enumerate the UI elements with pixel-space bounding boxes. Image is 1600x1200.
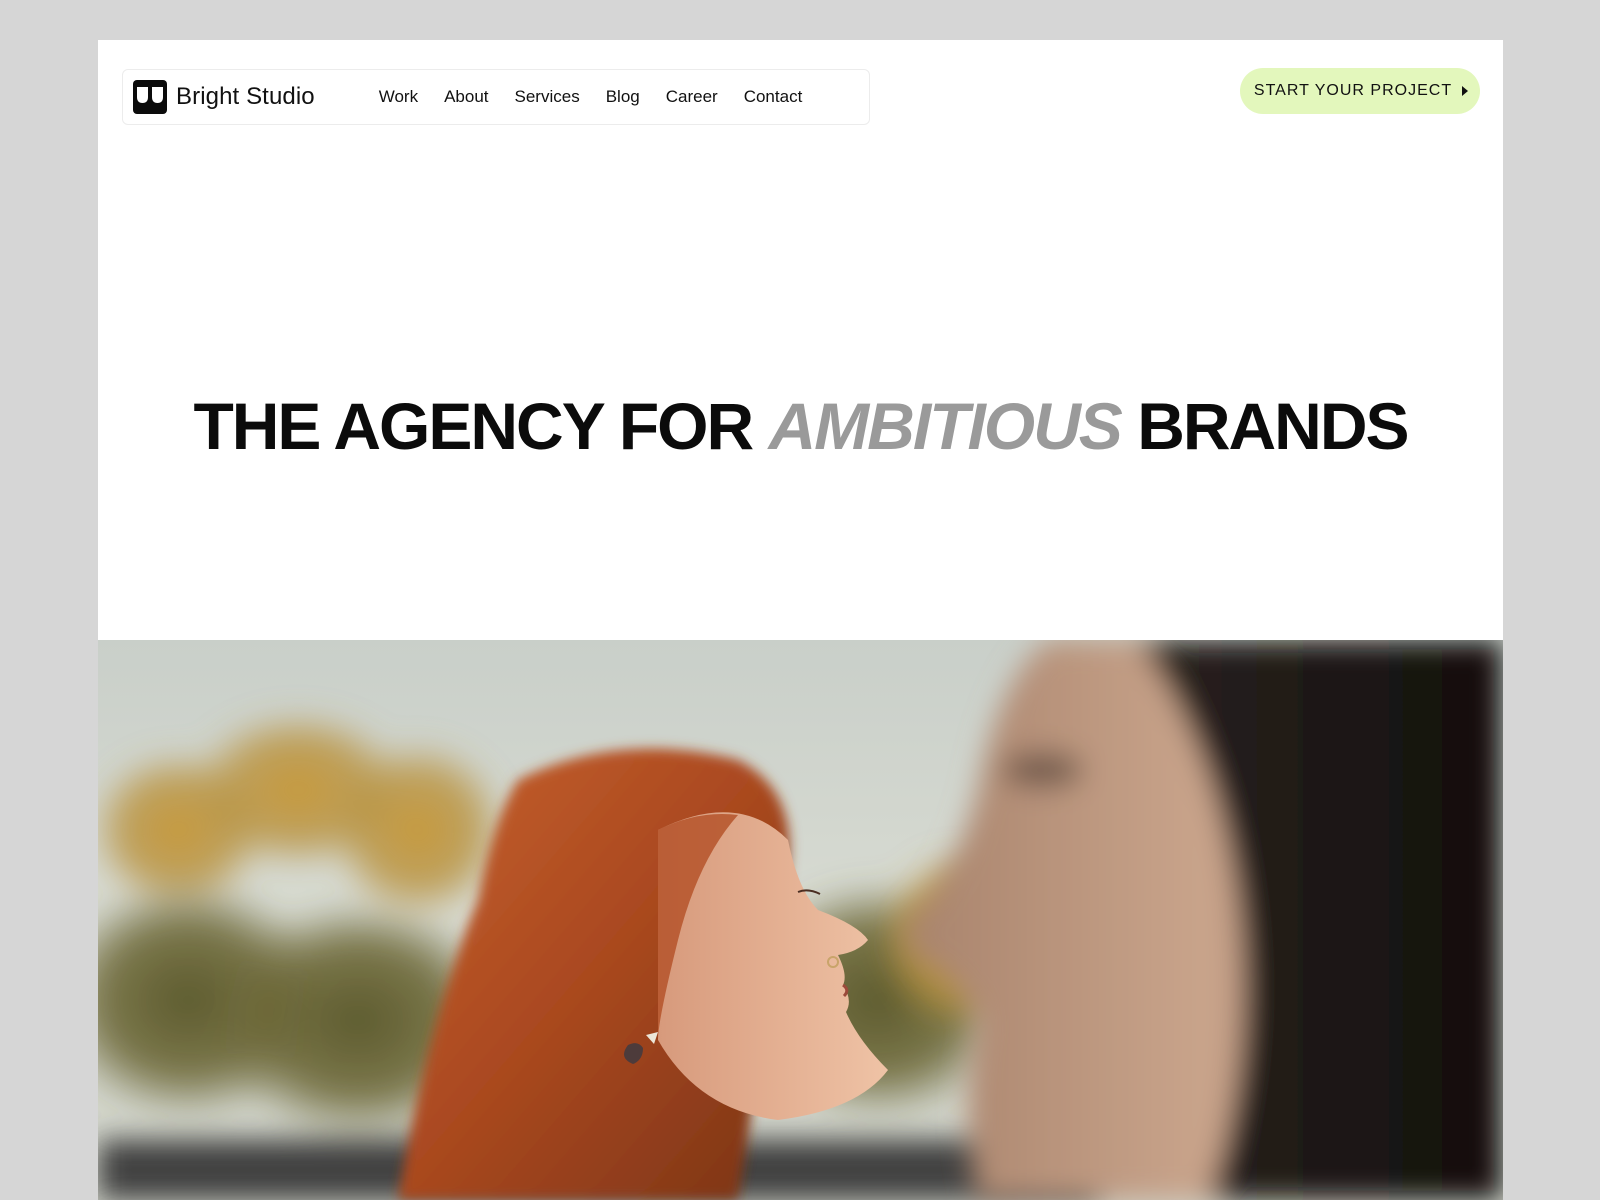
- hero-headline-accent: AMBITIOUS: [768, 389, 1123, 463]
- start-project-label: START YOUR PROJECT: [1253, 82, 1453, 99]
- hero-headline-part1: THE AGENCY FOR: [193, 389, 754, 463]
- hero-image: [98, 640, 1503, 1200]
- caret-right-icon: [1462, 86, 1469, 96]
- nav-link-contact[interactable]: Contact: [744, 87, 803, 107]
- landing-page: Bright Studio Work About Services Blog C…: [98, 40, 1503, 1200]
- nav-links: Work About Services Blog Career Contact: [379, 87, 829, 107]
- top-navigation: Bright Studio Work About Services Blog C…: [122, 69, 870, 125]
- hero-headline-part2: BRANDS: [1137, 389, 1409, 463]
- nav-link-blog[interactable]: Blog: [606, 87, 640, 107]
- nav-link-career[interactable]: Career: [666, 87, 718, 107]
- nav-link-about[interactable]: About: [444, 87, 488, 107]
- nav-link-work[interactable]: Work: [379, 87, 418, 107]
- hero-headline: THE AGENCY FOR AMBITIOUS BRANDS: [98, 386, 1503, 466]
- brand[interactable]: Bright Studio: [133, 70, 315, 124]
- nav-link-services[interactable]: Services: [515, 87, 580, 107]
- brand-name: Bright Studio: [176, 83, 315, 110]
- brand-logo-icon: [133, 80, 167, 114]
- start-project-button[interactable]: START YOUR PROJECT: [1240, 68, 1480, 114]
